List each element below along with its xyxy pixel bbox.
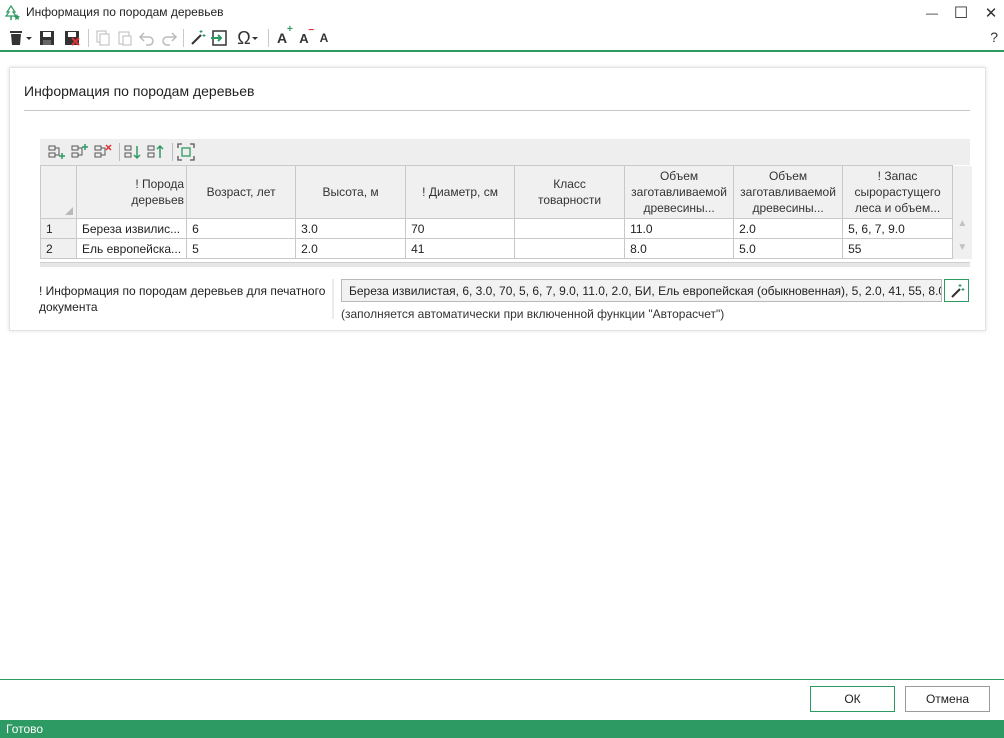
- toolbar-separator: [88, 29, 89, 47]
- grid-toolbar-separator: [172, 143, 173, 161]
- scroll-down-icon[interactable]: ▼: [957, 240, 967, 256]
- print-info-label: ! Информация по породам деревьев для печ…: [39, 284, 326, 314]
- font-increase-button[interactable]: A +: [272, 24, 293, 48]
- main-toolbar: Ω A + A − A ?: [0, 24, 1004, 52]
- font-default-button[interactable]: A: [314, 28, 334, 48]
- copy-icon: [96, 30, 110, 46]
- delete-row-icon[interactable]: [94, 143, 112, 161]
- help-button[interactable]: ?: [990, 29, 998, 45]
- autocalc-field-button[interactable]: [944, 279, 969, 302]
- table-cell[interactable]: 8.0: [624, 238, 735, 259]
- table-cell[interactable]: [514, 238, 626, 259]
- trash-icon: [10, 31, 32, 45]
- table-cell[interactable]: 55: [842, 238, 954, 259]
- table-cell[interactable]: 70: [405, 218, 516, 239]
- field-separator: [332, 279, 334, 319]
- table-row[interactable]: 2 Ель европейска... 5 2.0 41 8.0 5.0 55: [40, 238, 972, 259]
- magic-wand-icon: [950, 283, 964, 298]
- scroll-up-icon[interactable]: ▲: [957, 216, 967, 232]
- save-icon: [40, 31, 54, 45]
- table-cell[interactable]: 41: [405, 238, 516, 259]
- fit-icon[interactable]: [177, 143, 195, 161]
- table-cell[interactable]: 11.0: [624, 218, 735, 239]
- font-decrease-icon: A −: [299, 24, 315, 46]
- app-tree-icon: [5, 5, 20, 20]
- title-bar: Информация по породам деревьев — ☐ ✕: [0, 0, 1004, 26]
- minimize-button[interactable]: —: [917, 2, 947, 24]
- maximize-button[interactable]: ☐: [946, 2, 976, 24]
- table-cell[interactable]: 5, 6, 7, 9.0: [842, 218, 954, 239]
- table-cell[interactable]: Береза извилис...: [75, 218, 188, 239]
- row-number[interactable]: 1: [40, 218, 77, 239]
- grid-toolbar-separator: [119, 143, 120, 161]
- special-char-button[interactable]: Ω: [233, 28, 263, 48]
- table-cell[interactable]: Ель европейска...: [75, 238, 188, 259]
- save-close-button[interactable]: [62, 28, 82, 48]
- column-header[interactable]: Возраст, лет: [186, 165, 297, 219]
- table-cell[interactable]: 5.0: [733, 238, 844, 259]
- panel-divider: [24, 110, 970, 111]
- autocalc-hint: (заполняется автоматически при включенно…: [341, 307, 725, 321]
- font-decrease-button[interactable]: A −: [294, 24, 315, 48]
- column-header[interactable]: ! Запас сырорастущего леса и объем...: [842, 165, 954, 219]
- toolbar-separator: [268, 29, 269, 47]
- select-all-corner[interactable]: [40, 165, 77, 219]
- magic-wand-icon: [191, 30, 206, 45]
- font-increase-icon: A +: [276, 24, 293, 46]
- autocalc-button[interactable]: [187, 28, 207, 48]
- footer-divider: [0, 679, 1004, 680]
- table-row[interactable]: 1 Береза извилис... 6 3.0 70 11.0 2.0 5,…: [40, 218, 972, 239]
- vertical-scrollbar[interactable]: ▲ ▼: [952, 165, 972, 259]
- undo-icon: [138, 32, 154, 46]
- insert-row-icon[interactable]: [71, 143, 89, 161]
- redo-button[interactable]: [159, 28, 179, 48]
- table-cell[interactable]: 2.0: [295, 238, 407, 259]
- column-header[interactable]: Объем заготавливаемой древесины...: [733, 165, 844, 219]
- copy-button[interactable]: [93, 28, 113, 48]
- table-cell[interactable]: [514, 218, 626, 239]
- move-down-icon[interactable]: [124, 143, 142, 161]
- table-header-row: ! Порода деревьев Возраст, лет Высота, м…: [40, 165, 972, 259]
- import-button[interactable]: [209, 28, 229, 48]
- column-header[interactable]: ! Диаметр, см: [405, 165, 516, 219]
- status-bar: Готово: [0, 720, 1004, 738]
- horizontal-scrollbar[interactable]: [40, 262, 970, 267]
- paste-icon: [118, 31, 132, 46]
- redo-icon: [162, 32, 178, 46]
- main-panel: Информация по породам деревьев ! Порода …: [9, 67, 986, 331]
- table-cell[interactable]: 2.0: [733, 218, 844, 239]
- toolbar-separator: [183, 29, 184, 47]
- print-info-field[interactable]: Береза извилистая, 6, 3.0, 70, 5, 6, 7, …: [341, 279, 942, 302]
- cancel-button[interactable]: Отмена: [905, 686, 990, 712]
- table-cell[interactable]: 6: [186, 218, 297, 239]
- paste-button[interactable]: [115, 28, 135, 48]
- ok-button[interactable]: ОК: [810, 686, 895, 712]
- move-up-icon[interactable]: [147, 143, 165, 161]
- font-default-icon: A: [319, 31, 329, 45]
- column-header[interactable]: ! Порода деревьев: [75, 165, 188, 219]
- undo-button[interactable]: [137, 28, 157, 48]
- import-icon: [211, 30, 227, 46]
- table-cell[interactable]: 3.0: [295, 218, 407, 239]
- grid-toolbar: [40, 139, 970, 165]
- column-header[interactable]: Высота, м: [295, 165, 407, 219]
- column-header[interactable]: Класс товарности: [514, 165, 626, 219]
- add-row-icon[interactable]: [48, 143, 66, 161]
- chevron-down-icon: [251, 37, 258, 40]
- delete-dropdown-button[interactable]: [6, 28, 34, 48]
- panel-title: Информация по породам деревьев: [24, 83, 255, 99]
- tree-species-table: ! Порода деревьев Возраст, лет Высота, м…: [40, 165, 972, 259]
- table-cell[interactable]: 5: [186, 238, 297, 259]
- window-title: Информация по породам деревьев: [26, 5, 224, 19]
- close-button[interactable]: ✕: [976, 2, 1004, 24]
- omega-icon: Ω: [237, 27, 251, 48]
- column-header[interactable]: Объем заготавливаемой древесины...: [624, 165, 735, 219]
- save-close-icon: [65, 31, 80, 46]
- row-number[interactable]: 2: [40, 238, 77, 259]
- save-button[interactable]: [37, 28, 57, 48]
